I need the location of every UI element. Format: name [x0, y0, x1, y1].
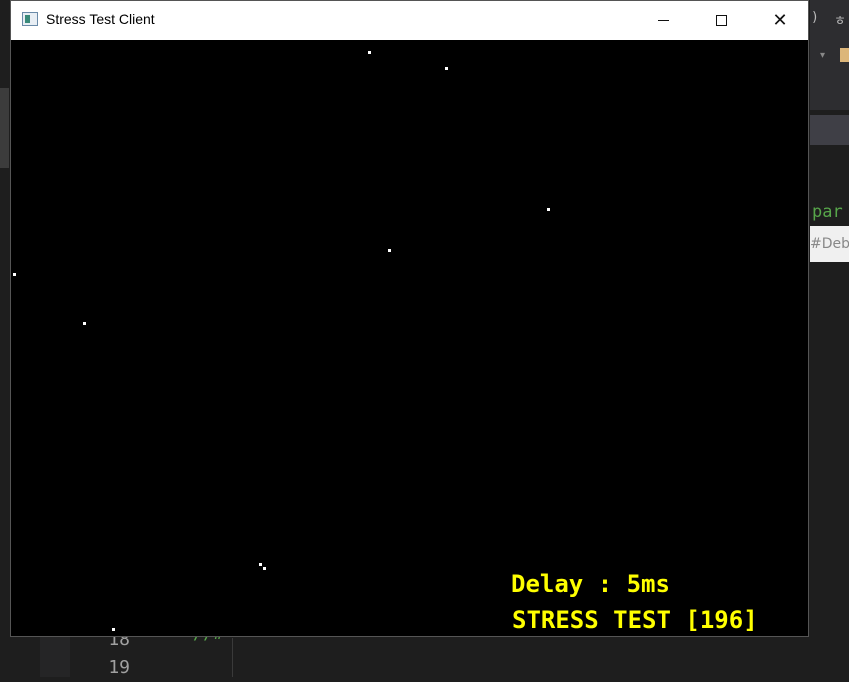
client-dot — [547, 208, 550, 211]
client-dot — [368, 51, 371, 54]
render-canvas[interactable]: Delay : 5ms STRESS TEST [196] — [11, 40, 808, 636]
client-dot — [259, 563, 262, 566]
app-window-icon[interactable] — [22, 12, 38, 26]
window-title: Stress Test Client — [46, 11, 155, 27]
ide-korean-glyph: ㅎ — [834, 14, 846, 29]
ide-paren-glyph: ) — [811, 10, 819, 25]
ide-tabbar — [810, 115, 849, 145]
client-dot — [13, 273, 16, 276]
title-bar[interactable]: Stress Test Client ✕ — [11, 1, 808, 40]
client-dot — [388, 249, 391, 252]
ide-line-number: 19 — [108, 657, 130, 678]
minimize-icon — [657, 20, 669, 21]
ide-scroll-strip — [0, 88, 9, 168]
maximize-icon — [715, 15, 727, 26]
minimize-button[interactable] — [634, 1, 692, 40]
maximize-button[interactable] — [692, 1, 750, 40]
ide-dropdown-caret-icon: ▾ — [820, 50, 826, 61]
ide-indent-guide — [232, 638, 233, 677]
client-dot — [445, 67, 448, 70]
stress-test-counter: STRESS TEST [196] — [512, 606, 758, 634]
delay-readout: Delay : 5ms — [511, 570, 670, 598]
stress-test-window: Stress Test Client ✕ Delay : 5ms STRESS … — [10, 0, 809, 637]
ide-code-fragment: par — [812, 202, 843, 222]
ide-folder-icon — [840, 48, 849, 62]
client-dot — [83, 322, 86, 325]
close-icon: ✕ — [772, 10, 788, 31]
close-button[interactable]: ✕ — [751, 1, 809, 40]
client-dot — [112, 628, 115, 631]
client-dot — [263, 567, 266, 570]
ide-hint-box: #Debu — [810, 226, 849, 262]
